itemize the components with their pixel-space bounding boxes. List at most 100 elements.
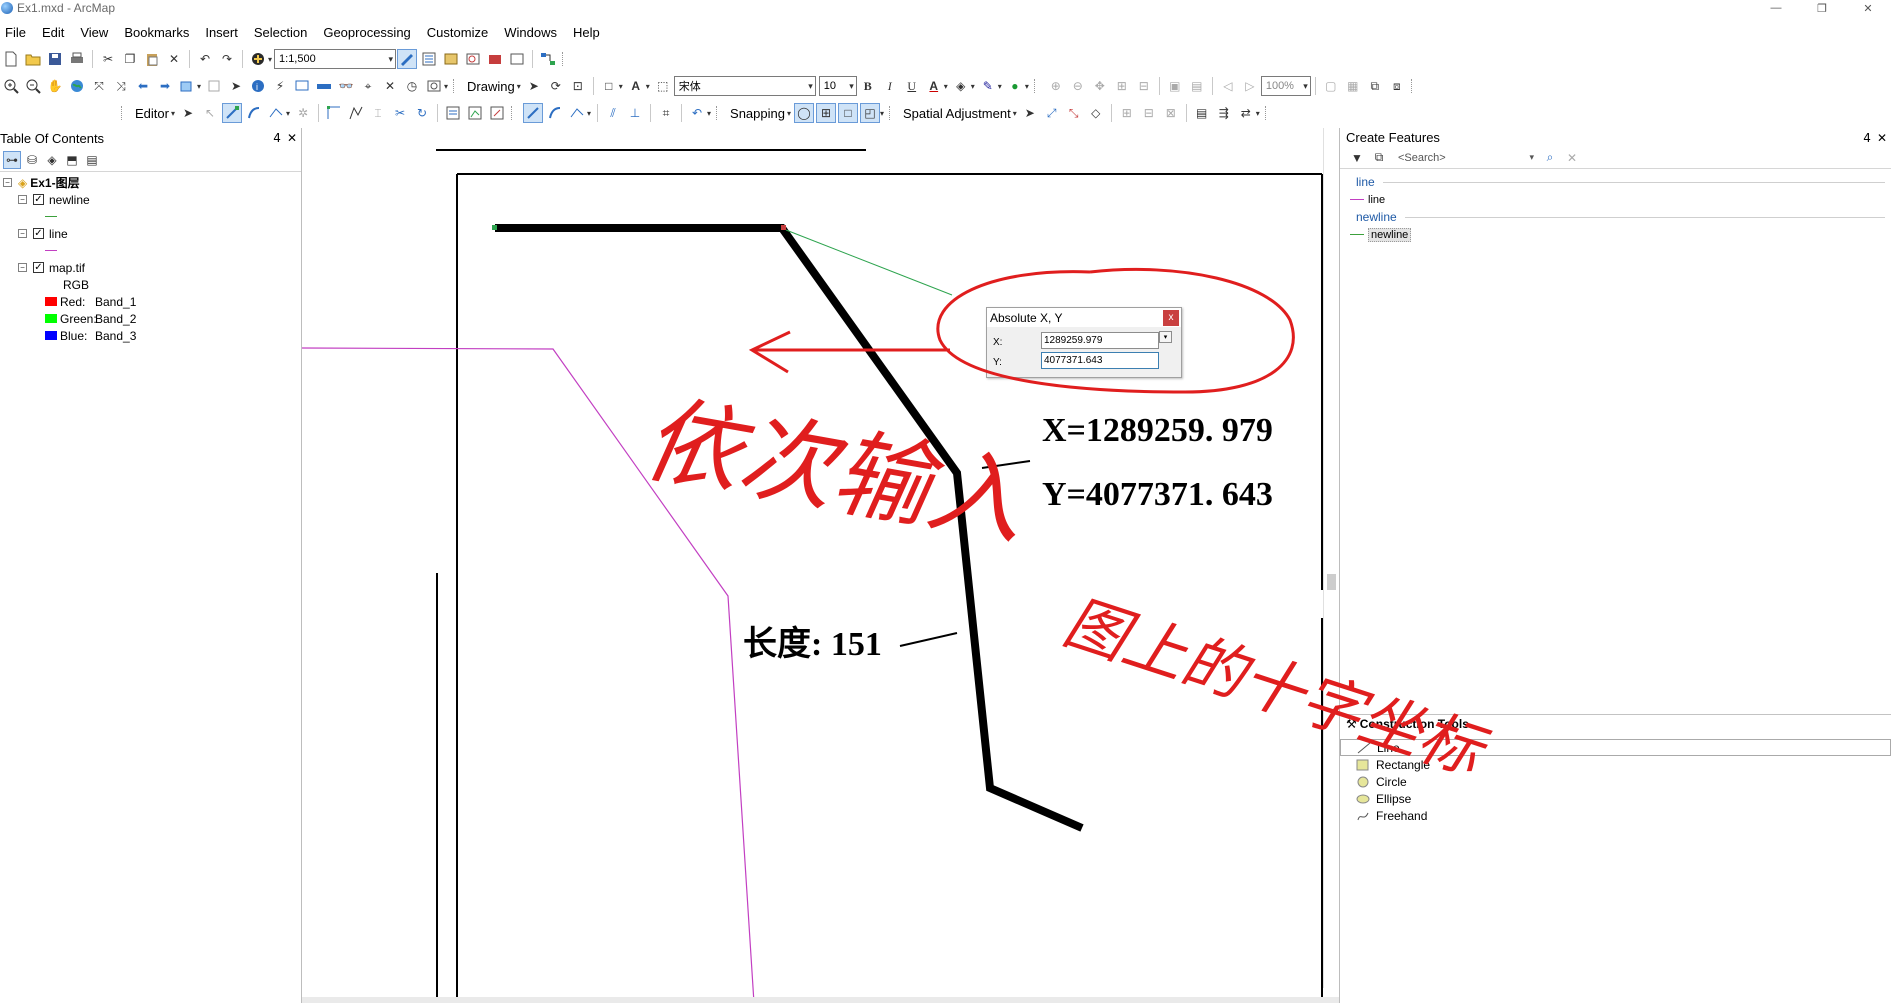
fixed-zoom-in-icon[interactable]: ⤧: [89, 76, 109, 96]
toolbar-grip[interactable]: [1264, 106, 1273, 120]
editor-toolbar-toggle-icon[interactable]: [397, 49, 418, 69]
toggle-draft-mode-icon[interactable]: ▢: [1321, 76, 1341, 96]
trace-icon[interactable]: [266, 103, 286, 123]
organize-templates-icon[interactable]: ⧉: [1369, 148, 1389, 168]
fill-color-icon[interactable]: ◈: [951, 76, 971, 96]
line-color-dropdown-icon[interactable]: ▾: [998, 82, 1002, 91]
construction-tool-circle[interactable]: Circle: [1340, 773, 1891, 790]
time-slider-icon[interactable]: ◷: [402, 76, 422, 96]
menu-windows[interactable]: Windows: [496, 25, 565, 40]
new-displacement-link-icon[interactable]: ⤢: [1042, 103, 1062, 123]
model-builder-icon[interactable]: [538, 49, 558, 69]
layout-fixed-zoom-out-icon[interactable]: ⊟: [1134, 76, 1154, 96]
select-arrow-icon[interactable]: ➤: [1020, 103, 1040, 123]
units-dropdown-icon[interactable]: ▾: [1159, 331, 1172, 343]
cut-icon[interactable]: ✂: [98, 49, 118, 69]
italic-button[interactable]: I: [880, 76, 900, 96]
template-item-newline[interactable]: newline: [1340, 226, 1891, 243]
x-coordinate-input[interactable]: [1041, 332, 1159, 349]
view-link-table-icon[interactable]: ▤: [1192, 103, 1212, 123]
fill-color-dropdown-icon[interactable]: ▾: [971, 82, 975, 91]
zoom-in-icon[interactable]: [1, 76, 21, 96]
zoom-100-icon[interactable]: ▤: [1187, 76, 1207, 96]
pin-icon[interactable]: 4: [1863, 131, 1871, 145]
end-point-arc-icon[interactable]: [244, 103, 264, 123]
text-tool-icon[interactable]: A: [626, 76, 646, 96]
perpendicular-icon[interactable]: ⊥: [625, 103, 645, 123]
scrollbar-thumb[interactable]: [1327, 574, 1336, 590]
layer-row-line[interactable]: − ✓ line: [0, 225, 301, 242]
map-scale-combo[interactable]: 1:1,500 ▾: [274, 49, 397, 69]
save-icon[interactable]: [45, 49, 65, 69]
create-viewer-window-icon[interactable]: [424, 76, 444, 96]
new-document-icon[interactable]: [1, 49, 21, 69]
collapse-icon[interactable]: −: [18, 229, 27, 238]
drawing-dropdown-icon[interactable]: ▾: [517, 82, 521, 91]
layout-fixed-zoom-in-icon[interactable]: ⊞: [1112, 76, 1132, 96]
hyperlink-icon[interactable]: ⚡: [270, 76, 290, 96]
add-data-icon[interactable]: [248, 49, 268, 69]
attribute-transfer-dropdown-icon[interactable]: ▾: [1256, 109, 1260, 118]
catalog-icon[interactable]: [441, 49, 461, 69]
edge-match-icon[interactable]: ⇶: [1214, 103, 1234, 123]
parallel-icon[interactable]: ⫽: [603, 103, 623, 123]
layout-forward-icon[interactable]: ▷: [1240, 76, 1260, 96]
python-window-icon[interactable]: [507, 49, 527, 69]
select-dropdown-icon[interactable]: ▾: [197, 82, 201, 91]
copy-icon[interactable]: ❐: [120, 49, 140, 69]
rectangle-dropdown-icon[interactable]: ▾: [619, 82, 623, 91]
fixed-zoom-out-icon[interactable]: ⤨: [111, 76, 131, 96]
text-dropdown-icon[interactable]: ▾: [646, 82, 650, 91]
construction-tool-freehand[interactable]: Freehand: [1340, 807, 1891, 824]
minimize-button[interactable]: —: [1753, 0, 1799, 16]
snap-trace-dropdown-icon[interactable]: ▾: [587, 109, 591, 118]
change-layout-icon[interactable]: ⧉: [1365, 76, 1385, 96]
edit-vertices-tool-icon[interactable]: [324, 103, 344, 123]
menu-file[interactable]: File: [0, 25, 34, 40]
bold-button[interactable]: B: [858, 76, 878, 96]
sketch-properties-icon[interactable]: [465, 103, 485, 123]
menu-insert[interactable]: Insert: [197, 25, 246, 40]
close-icon[interactable]: ✕: [1877, 131, 1887, 145]
absolute-xy-titlebar[interactable]: Absolute X, Y x: [987, 308, 1181, 327]
select-features-icon[interactable]: [177, 76, 197, 96]
font-color-button[interactable]: A: [924, 76, 944, 96]
menu-help[interactable]: Help: [565, 25, 608, 40]
close-icon[interactable]: x: [1163, 309, 1179, 326]
snap-straight-icon[interactable]: [523, 103, 543, 123]
layer-visibility-checkbox[interactable]: ✓: [33, 228, 44, 239]
zoom-out-icon[interactable]: [23, 76, 43, 96]
forward-arrow-icon[interactable]: ➡: [155, 76, 175, 96]
red-swatch[interactable]: [45, 297, 57, 306]
clear-selection-icon[interactable]: [204, 76, 224, 96]
edit-annotation-icon[interactable]: ↖: [200, 103, 220, 123]
layer-visibility-checkbox[interactable]: ✓: [33, 194, 44, 205]
construction-tool-ellipse[interactable]: Ellipse: [1340, 790, 1891, 807]
zoom-whole-page-icon[interactable]: ▣: [1165, 76, 1185, 96]
edit-tool-icon[interactable]: ➤: [178, 103, 198, 123]
map-horizontal-scrollbar[interactable]: [302, 997, 1339, 1003]
layout-pan-icon[interactable]: ✥: [1090, 76, 1110, 96]
construction-tool-rectangle[interactable]: Rectangle: [1340, 756, 1891, 773]
menu-selection[interactable]: Selection: [246, 25, 315, 40]
toolbar-grip[interactable]: [453, 79, 461, 93]
restore-button[interactable]: ❐: [1799, 0, 1845, 16]
vertex-snapping-icon[interactable]: □: [838, 103, 858, 123]
paste-icon[interactable]: [142, 49, 162, 69]
add-data-dropdown-icon[interactable]: ▾: [268, 55, 272, 64]
template-item-line[interactable]: line: [1340, 191, 1891, 208]
map-vertical-scrollbar[interactable]: [1323, 128, 1339, 988]
clear-search-icon[interactable]: ✕: [1562, 148, 1582, 168]
construction-tool-line[interactable]: Line: [1340, 739, 1891, 756]
rotate-icon[interactable]: ⟳: [546, 76, 566, 96]
list-by-drawing-order-icon[interactable]: ⊶: [3, 150, 21, 169]
collapse-icon[interactable]: −: [18, 195, 27, 204]
font-name-combo[interactable]: 宋体 ▾: [673, 76, 816, 96]
toolbar-grip[interactable]: [1033, 79, 1042, 93]
search-window-icon[interactable]: [463, 49, 483, 69]
full-extent-globe-icon[interactable]: [67, 76, 87, 96]
spatial-adjustment-menu[interactable]: Spatial Adjustment: [900, 106, 1014, 121]
edit-vertices-icon[interactable]: ⬚: [653, 76, 673, 96]
create-features-window-icon[interactable]: [487, 103, 507, 123]
undo-edit-dropdown-icon[interactable]: ▾: [707, 109, 711, 118]
